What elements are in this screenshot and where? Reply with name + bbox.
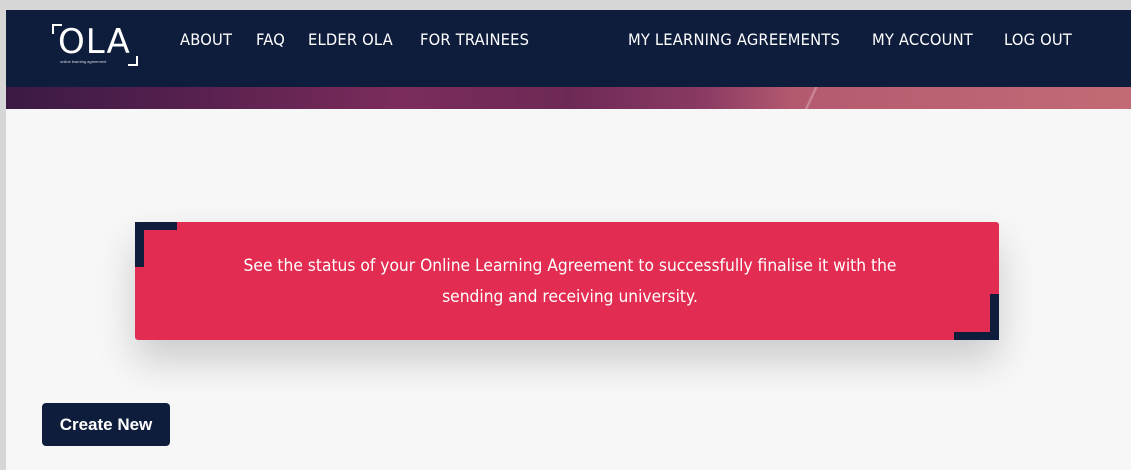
logo-text: OLA bbox=[58, 22, 131, 62]
nav-link-elder-ola[interactable]: ELDER OLA bbox=[308, 30, 393, 50]
nav-link-about[interactable]: ABOUT bbox=[180, 30, 232, 50]
banner-message-line-2: sending and receiving university. bbox=[442, 287, 698, 306]
banner-corner-bottom-right bbox=[954, 294, 999, 340]
banner-message-line-1: See the status of your Online Learning A… bbox=[243, 256, 897, 275]
hero-image-strip bbox=[6, 87, 1131, 109]
top-navbar: OLA online learning agreement ABOUT FAQ … bbox=[6, 10, 1131, 87]
nav-link-faq[interactable]: FAQ bbox=[256, 30, 285, 50]
page: OLA online learning agreement ABOUT FAQ … bbox=[6, 10, 1131, 470]
status-info-banner: See the status of your Online Learning A… bbox=[135, 222, 999, 340]
banner-corner-top-left bbox=[135, 222, 177, 267]
logo-subtitle: online learning agreement bbox=[60, 59, 107, 64]
window-top-strip bbox=[0, 0, 1131, 10]
nav-link-for-trainees[interactable]: FOR TRAINEES bbox=[420, 30, 529, 50]
nav-link-log-out[interactable]: LOG OUT bbox=[1004, 30, 1072, 50]
ola-logo[interactable]: OLA online learning agreement bbox=[50, 22, 138, 66]
create-new-button[interactable]: Create New bbox=[42, 403, 170, 446]
logo-corner-bottom-right bbox=[128, 56, 138, 66]
nav-link-my-account[interactable]: MY ACCOUNT bbox=[872, 30, 973, 50]
banner-message: See the status of your Online Learning A… bbox=[199, 250, 942, 312]
nav-link-my-learning-agreements[interactable]: MY LEARNING AGREEMENTS bbox=[628, 30, 840, 50]
